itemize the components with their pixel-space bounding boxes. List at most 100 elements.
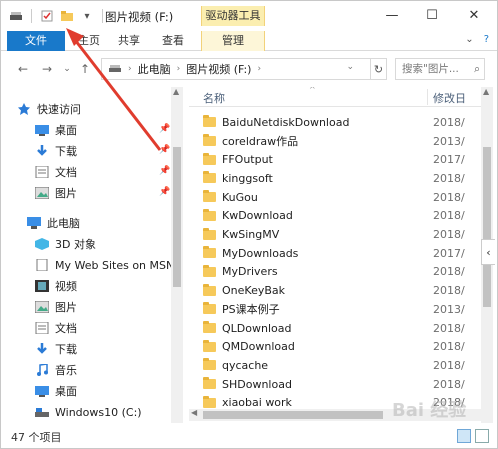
file-row[interactable]: MyDownloads 2017/ [203,244,473,263]
nav-documents[interactable]: 文档 [35,318,185,338]
file-name: xiaobai work [222,396,292,410]
status-bar: 47 个项目 [1,425,497,448]
pin-icon[interactable]: 📌 [159,166,170,176]
nav-windows10-drive[interactable]: Windows10 (C:) [35,402,185,422]
file-date: 2013/ [433,134,465,148]
nav-label: 图片 [55,301,77,314]
customize-toolbar-chevron-icon[interactable]: ▾ [80,9,94,23]
file-row[interactable]: KuGou 2018/ [203,188,473,207]
navigation-pane: 快速访问 桌面 📌 下载 📌 文档 📌 图片 📌 此电脑 3D 对象 My We… [1,87,185,423]
drive-icon [108,63,122,76]
breadcrumb-separator-icon[interactable]: › [128,64,132,74]
download-arrow-icon [35,145,49,157]
forward-arrow-icon[interactable]: → [39,60,55,78]
maximize-button[interactable]: ☐ [417,4,447,26]
search-input[interactable]: 搜索"图片... ⌕ [395,58,485,80]
details-view-icon[interactable] [457,429,471,443]
sort-caret-icon: ^ [309,87,316,94]
file-name: FFOutput [222,153,273,167]
file-row[interactable]: MyDrivers 2018/ [203,263,473,282]
pin-icon[interactable]: 📌 [159,187,170,197]
context-tab-title: 驱动器工具 [201,6,265,26]
close-button[interactable]: ✕ [459,4,489,26]
explorer-window: ▾ 图片视频 (F:) 驱动器工具 — ☐ ✕ 文件 主页 共享 查看 管理 ⌄… [0,0,498,449]
file-row[interactable]: qycache 2018/ [203,356,473,375]
nav-3d-objects[interactable]: 3D 对象 [35,234,185,254]
column-header-name[interactable]: 名称 [203,90,225,106]
nav-scroll-thumb[interactable] [173,147,181,287]
file-date: 2017/ [433,246,465,260]
scroll-up-icon[interactable]: ▲ [173,87,179,96]
refresh-button[interactable]: ↻ [371,58,387,80]
nav-label: 下载 [55,343,77,356]
tab-view[interactable]: 查看 [155,31,191,51]
file-date: 2018/ [433,228,465,242]
toolbar-divider [31,9,32,23]
file-name: SHDownload [222,377,292,391]
properties-check-icon[interactable] [40,9,54,23]
folder-icon [203,115,216,128]
breadcrumb-this-pc[interactable]: 此电脑 [138,61,171,77]
nav-music[interactable]: 音乐 [35,360,185,380]
scroll-up-icon[interactable]: ▲ [483,87,489,96]
folder-icon [203,264,216,277]
music-note-icon [35,363,49,376]
large-icons-view-icon[interactable] [475,429,489,443]
file-row[interactable]: FFOutput 2017/ [203,150,473,169]
nav-scrollbar[interactable]: ▲ [171,87,183,423]
help-icon[interactable]: ? [484,34,489,45]
nav-label: 快速访问 [37,103,81,116]
recent-locations-chevron-icon[interactable]: ⌄ [59,60,75,78]
nav-my-web-sites[interactable]: My Web Sites on MSN [35,255,185,275]
file-row[interactable]: SHDownload 2018/ [203,375,473,394]
breadcrumb-current-drive[interactable]: 图片视频 (F:) [186,61,251,77]
column-header-date[interactable]: 修改日 [433,90,466,106]
tab-file[interactable]: 文件 [7,31,65,51]
file-row[interactable]: KwSingMV 2018/ [203,225,473,244]
nav-label: 图片 [55,187,77,200]
star-icon [17,103,31,115]
nav-videos[interactable]: 视频 [35,276,185,296]
scroll-left-icon[interactable]: ◀ [191,408,197,417]
nav-downloads[interactable]: 下载 [35,339,185,359]
file-row[interactable]: QMDownload 2018/ [203,337,473,356]
file-row[interactable]: coreldraw作品 2013/ [203,132,473,151]
column-divider[interactable] [427,89,428,105]
nav-desktop[interactable]: 桌面 [35,381,185,401]
horizontal-scroll-thumb[interactable] [203,411,383,419]
address-bar[interactable]: › 此电脑 › 图片视频 (F:) › ⌄ [101,58,371,80]
file-row[interactable]: kinggsoft 2018/ [203,169,473,188]
file-row[interactable]: QLDownload 2018/ [203,319,473,338]
address-dropdown-icon[interactable]: ⌄ [346,62,354,72]
file-date: 2018/ [433,115,465,129]
item-count: 47 个项目 [11,431,62,444]
picture-icon [34,186,50,200]
nav-quick-access[interactable]: 快速访问 [17,99,185,119]
tab-manage[interactable]: 管理 [201,31,265,51]
file-row[interactable]: BaiduNetdiskDownload 2018/ [203,113,473,132]
folder-icon [203,302,216,315]
nav-pictures[interactable]: 图片 [34,297,185,317]
nav-label: 视频 [55,280,77,293]
tab-share[interactable]: 共享 [111,31,147,51]
tab-home[interactable]: 主页 [71,31,107,51]
pin-icon[interactable]: 📌 [159,124,170,134]
new-folder-icon[interactable] [60,9,74,23]
file-row[interactable]: KwDownload 2018/ [203,207,473,226]
up-arrow-icon[interactable]: ↑ [77,60,93,78]
system-menu-icon[interactable] [9,9,23,23]
details-pane-toggle-icon[interactable]: ‹ [481,239,495,265]
minimize-button[interactable]: — [377,4,407,26]
breadcrumb-separator-icon[interactable]: › [177,64,181,74]
pin-icon[interactable]: 📌 [159,145,170,155]
nav-label: 音乐 [55,364,77,377]
file-row[interactable]: OneKeyBak 2018/ [203,281,473,300]
expand-ribbon-chevron-icon[interactable]: ⌄ [465,34,473,45]
back-arrow-icon[interactable]: ← [15,60,31,78]
nav-this-pc[interactable]: 此电脑 [27,213,185,233]
breadcrumb-separator-icon[interactable]: › [257,64,261,74]
search-icon[interactable]: ⌕ [474,59,480,79]
desktop-icon [35,385,49,397]
file-row[interactable]: PS课本例子 2013/ [203,300,473,319]
file-list-scroll-thumb[interactable] [483,147,491,307]
